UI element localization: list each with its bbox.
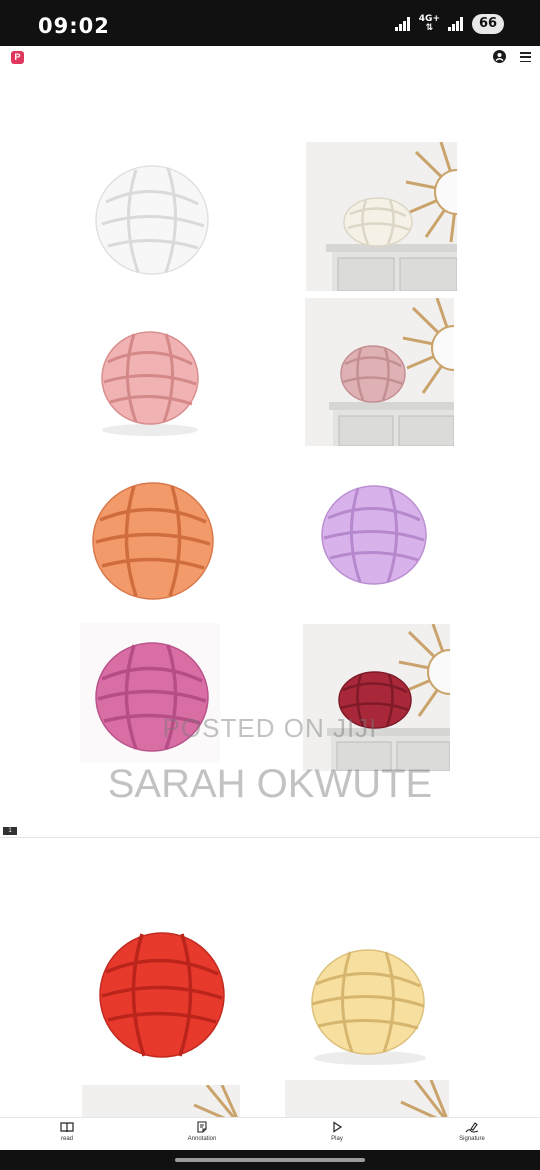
pink-knot-shelf-photo bbox=[305, 298, 454, 446]
app-header: P bbox=[0, 46, 540, 68]
cream-knot-shelf-photo bbox=[306, 142, 457, 291]
mauve-knot-pillow bbox=[80, 623, 220, 763]
annotation-label: Annotation bbox=[187, 1136, 217, 1142]
cream-knot-pillow bbox=[306, 946, 436, 1070]
shelf-photo-partial-2 bbox=[285, 1080, 449, 1117]
shelf-photo-partial-1 bbox=[82, 1085, 240, 1117]
orange-knot-pillow bbox=[90, 480, 216, 602]
page-number-badge: 1 bbox=[3, 827, 17, 835]
signature-button[interactable]: Signature bbox=[442, 1121, 502, 1149]
home-indicator[interactable] bbox=[175, 1158, 365, 1162]
account-button[interactable] bbox=[493, 50, 506, 63]
signal-icon bbox=[394, 17, 411, 31]
bottom-toolbar: read Annotation Play Signature bbox=[0, 1117, 540, 1150]
status-icons: 4G+ ⇅ 66 bbox=[394, 13, 504, 35]
annotation-icon bbox=[197, 1121, 207, 1133]
signature-icon bbox=[465, 1122, 479, 1133]
play-label: Play bbox=[331, 1136, 343, 1142]
signal-icon-2 bbox=[448, 17, 464, 31]
document-viewer[interactable]: POSTED ON JIJI SARAH OKWUTE 1 bbox=[0, 68, 540, 1117]
white-knot-pillow bbox=[88, 158, 220, 278]
play-button[interactable]: Play bbox=[307, 1121, 367, 1149]
book-icon bbox=[60, 1122, 74, 1133]
page-divider bbox=[0, 837, 540, 838]
network-type: 4G+ ⇅ bbox=[418, 14, 440, 33]
read-button[interactable]: read bbox=[37, 1121, 97, 1149]
status-bar: 09:02 4G+ ⇅ 66 bbox=[0, 0, 540, 46]
pink-knot-pillow bbox=[94, 324, 206, 444]
status-time: 09:02 bbox=[38, 14, 110, 38]
play-icon bbox=[333, 1121, 343, 1133]
account-icon bbox=[495, 53, 504, 62]
read-label: read bbox=[60, 1136, 73, 1142]
system-nav-bar bbox=[0, 1150, 540, 1170]
burgundy-knot-shelf-photo bbox=[303, 624, 450, 771]
menu-icon[interactable] bbox=[520, 52, 531, 62]
screen: 09:02 4G+ ⇅ 66 P POSTED ON JIJI SARAH OK… bbox=[0, 0, 540, 1170]
annotation-button[interactable]: Annotation bbox=[172, 1121, 232, 1149]
watermark-line-2: SARAH OKWUTE bbox=[107, 762, 433, 806]
lilac-knot-pillow bbox=[320, 484, 428, 586]
red-knot-pillow bbox=[98, 930, 226, 1060]
signature-label: Signature bbox=[459, 1136, 485, 1142]
app-logo[interactable]: P bbox=[11, 51, 24, 64]
battery-indicator: 66 bbox=[472, 14, 504, 34]
